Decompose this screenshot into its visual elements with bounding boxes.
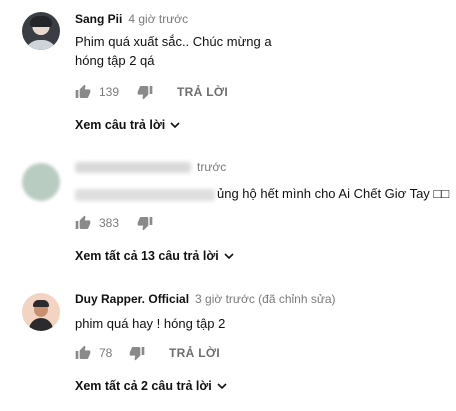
reply-button[interactable]: TRẢ LỜI	[169, 343, 220, 363]
comment-time[interactable]: 4 giờ trước	[128, 12, 188, 26]
thumbs-down-icon	[129, 347, 145, 361]
dislike-button[interactable]	[137, 213, 153, 233]
author-name-blurred[interactable]	[75, 162, 191, 174]
view-replies-button[interactable]: Xem câu trả lời	[75, 118, 180, 132]
view-replies-button[interactable]: Xem tất cả 2 câu trả lời	[75, 379, 227, 393]
comment-text-visible: ủng hộ hết mình cho Ai Chết Giơ Tay □□	[217, 186, 450, 201]
author-name[interactable]: Sang Pii	[75, 12, 122, 26]
avatar-hair	[30, 16, 52, 27]
comment-text: phim quá hay ! hóng tập 2	[75, 316, 226, 331]
thumbs-up-icon	[75, 215, 91, 229]
comment-actions: 78 TRẢ LỜI	[75, 343, 275, 363]
comment-time[interactable]: trước	[197, 160, 226, 174]
thumbs-down-icon	[137, 86, 153, 100]
like-button[interactable]	[75, 82, 91, 102]
comment-meta: trước	[75, 160, 226, 174]
like-button[interactable]	[75, 343, 91, 363]
like-count: 78	[99, 346, 113, 360]
chevron-down-icon	[217, 382, 227, 389]
thumbs-up-icon	[75, 345, 91, 359]
avatar-body	[29, 318, 53, 331]
view-replies-button[interactable]: Xem tất cả 13 câu trả lời	[75, 249, 234, 263]
thumbs-down-icon	[137, 217, 153, 231]
avatar-cap	[33, 300, 49, 307]
like-button[interactable]	[75, 213, 91, 233]
chevron-down-icon	[170, 121, 180, 128]
dislike-button[interactable]	[129, 343, 145, 363]
comment-actions: 383	[75, 213, 275, 233]
comment-meta: Sang Pii 4 giờ trước	[75, 12, 188, 26]
like-count: 139	[99, 85, 120, 99]
view-replies-label: Xem câu trả lời	[75, 118, 166, 132]
comment-text-blurred	[75, 188, 215, 201]
view-replies-label: Xem tất cả 13 câu trả lời	[75, 249, 219, 263]
thumbs-up-icon	[75, 84, 91, 98]
comment-actions: 139 TRẢ LỜI	[75, 82, 275, 102]
author-name[interactable]: Duy Rapper. Official	[75, 292, 189, 306]
view-replies-label: Xem tất cả 2 câu trả lời	[75, 379, 212, 393]
reply-button[interactable]: TRẢ LỜI	[177, 82, 228, 102]
avatar-shirt	[25, 40, 57, 50]
avatar[interactable]	[22, 163, 60, 201]
avatar[interactable]	[22, 293, 60, 331]
like-count: 383	[99, 216, 120, 230]
comment-text-line-2: hóng tập 2 qá	[75, 53, 155, 68]
dislike-button[interactable]	[137, 82, 153, 102]
comment-text: ủng hộ hết mình cho Ai Chết Giơ Tay □□	[75, 183, 449, 205]
avatar[interactable]	[22, 12, 60, 50]
chevron-down-icon	[224, 252, 234, 259]
comment-time[interactable]: 3 giờ trước (đã chỉnh sửa)	[195, 292, 336, 306]
comment-meta: Duy Rapper. Official 3 giờ trước (đã chỉn…	[75, 292, 336, 306]
